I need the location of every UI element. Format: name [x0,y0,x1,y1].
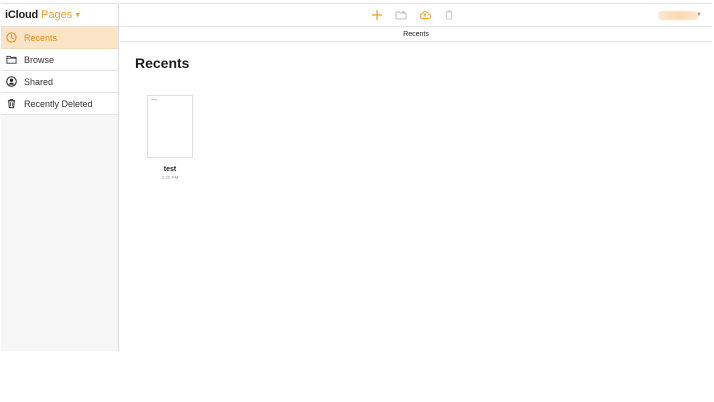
folder-icon [5,54,17,66]
person-circle-icon [5,76,17,88]
clock-icon [5,32,17,44]
trash-icon[interactable] [442,8,456,22]
page-title: Recents [135,55,190,71]
sidebar: iCloud Pages ▼ Recents Browse Shared Rec… [1,3,119,351]
plus-icon[interactable] [370,8,384,22]
sidebar-item-recently-deleted[interactable]: Recently Deleted [1,93,118,115]
section-header: Recents [120,26,712,42]
toolbar-actions [370,8,456,22]
icloud-label: iCloud [5,9,39,21]
app-switcher[interactable]: iCloud Pages ▼ [1,4,118,27]
chevron-down-icon: ▼ [74,12,82,19]
sidebar-item-recents[interactable]: Recents [1,27,118,49]
section-header-title: Recents [403,30,429,38]
sidebar-item-shared[interactable]: Shared [1,71,118,93]
document-thumbnail[interactable] [147,95,193,158]
account-name-blurred[interactable] [658,11,698,20]
app-name-label: Pages [41,9,73,21]
new-folder-icon[interactable] [394,8,408,22]
document-item[interactable]: test 2:20 PM [147,95,193,180]
pages-app: iCloud Pages ▼ Recents Browse Shared Rec… [1,3,712,351]
document-name[interactable]: test [147,166,193,173]
toolbar: ▼ [120,3,712,26]
upload-icon[interactable] [418,8,432,22]
sidebar-item-browse[interactable]: Browse [1,49,118,71]
thumbnail-content [151,99,157,100]
trash-icon [5,98,17,110]
sidebar-item-label: Recently Deleted [24,98,93,109]
document-browser: Recents test 2:20 PM [120,42,712,351]
sidebar-item-label: Shared [24,76,54,87]
chevron-down-icon[interactable]: ▼ [696,12,702,18]
sidebar-item-label: Recents [24,32,58,43]
sidebar-item-label: Browse [24,54,55,65]
document-modified-time: 2:20 PM [161,175,179,180]
